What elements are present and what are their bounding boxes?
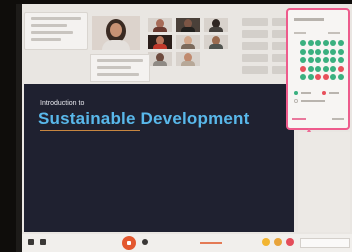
poll-cancel-link[interactable] [332,118,344,120]
meeting-app: Introduction to Sustainable Development [16,4,352,252]
legend-red-dot [322,91,326,95]
chat-line [31,24,67,27]
seat-option[interactable] [330,65,336,72]
seat-option[interactable] [330,40,336,46]
participant-tile[interactable] [176,18,200,32]
control-button[interactable] [242,66,268,74]
seat-option[interactable] [307,48,314,55]
control-button[interactable] [242,42,268,50]
participant-gallery [148,18,234,68]
notes-line [97,73,139,76]
poll-subtitle-line [294,32,306,34]
seat-option[interactable] [315,48,321,55]
chat-line [31,38,61,41]
seat-grid [300,40,344,82]
seat-option[interactable] [307,65,314,72]
seat-option[interactable] [337,65,344,72]
seat-option[interactable] [322,48,329,55]
seat-option[interactable] [315,57,321,63]
seat-option[interactable] [315,40,321,46]
control-button[interactable] [242,18,268,26]
side-panel [298,132,350,232]
seat-option[interactable] [337,57,344,63]
chat-line [31,31,73,34]
seat-option[interactable] [322,40,329,46]
speaker-face [110,23,122,37]
seat-option[interactable] [300,40,306,46]
seat-option[interactable] [337,48,344,55]
poll-subtitle-line [328,32,340,34]
seat-option[interactable] [307,40,314,46]
record-button[interactable] [122,236,136,250]
seat-option[interactable] [322,65,329,72]
participant-tile[interactable] [204,35,228,49]
seat-option[interactable] [315,74,321,80]
seat-option[interactable] [322,57,329,63]
control-button[interactable] [242,30,268,38]
participant-tile[interactable] [148,52,172,66]
message-input[interactable] [300,238,350,248]
chat-line [31,17,81,20]
seat-option[interactable] [330,48,336,55]
left-rail [16,4,22,252]
legend-empty-dot [294,99,298,103]
participant-body [181,61,195,66]
participant-tile[interactable] [204,18,228,32]
poll-legend [294,90,344,108]
participant-tile[interactable] [176,35,200,49]
participant-tile[interactable] [148,18,172,32]
seat-option[interactable] [300,65,306,72]
emoji-icon[interactable] [262,238,270,246]
slide-underline [40,130,140,131]
presentation-slide: Introduction to Sustainable Development [24,84,294,232]
mic-icon[interactable] [142,239,148,245]
participant-tile[interactable] [148,35,172,49]
seat-option[interactable] [307,57,314,63]
notes-line [97,59,143,62]
poll-title-line [294,18,324,21]
seat-option[interactable] [337,40,344,46]
legend-green-dot [294,91,298,95]
toolbar-link[interactable] [200,242,222,244]
layout-icon[interactable] [40,239,46,245]
speaker-body [102,40,130,50]
legend-label [301,100,325,102]
seat-option[interactable] [300,48,306,55]
seat-poll-panel [286,8,350,130]
notes-card[interactable] [90,54,150,82]
seat-option[interactable] [330,57,336,63]
legend-label [329,92,339,94]
poll-submit-link[interactable] [292,118,306,120]
participant-body [181,27,195,32]
slide-intro: Introduction to [40,100,85,107]
participant-body [209,27,223,32]
seat-option[interactable] [322,74,329,80]
seat-option[interactable] [300,57,306,63]
participant-body [153,27,167,32]
bottom-toolbar [22,234,352,252]
active-speaker-video[interactable] [92,16,140,50]
seat-option[interactable] [337,74,344,80]
participant-body [153,44,167,49]
seat-option[interactable] [330,74,336,80]
seat-option[interactable] [307,74,314,80]
participant-body [181,44,195,49]
notes-line [97,66,131,69]
chat-card[interactable] [24,12,88,50]
slide-title: Sustainable Development [38,109,250,128]
control-button[interactable] [242,54,268,62]
seat-option[interactable] [315,65,321,72]
seat-option[interactable] [300,74,306,80]
legend-label [301,92,311,94]
heart-icon[interactable] [286,238,294,246]
chat-icon[interactable] [28,239,34,245]
participant-body [209,44,223,49]
participant-tile[interactable] [176,52,200,66]
clap-icon[interactable] [274,238,282,246]
top-strip [24,10,298,82]
participant-body [153,61,167,66]
